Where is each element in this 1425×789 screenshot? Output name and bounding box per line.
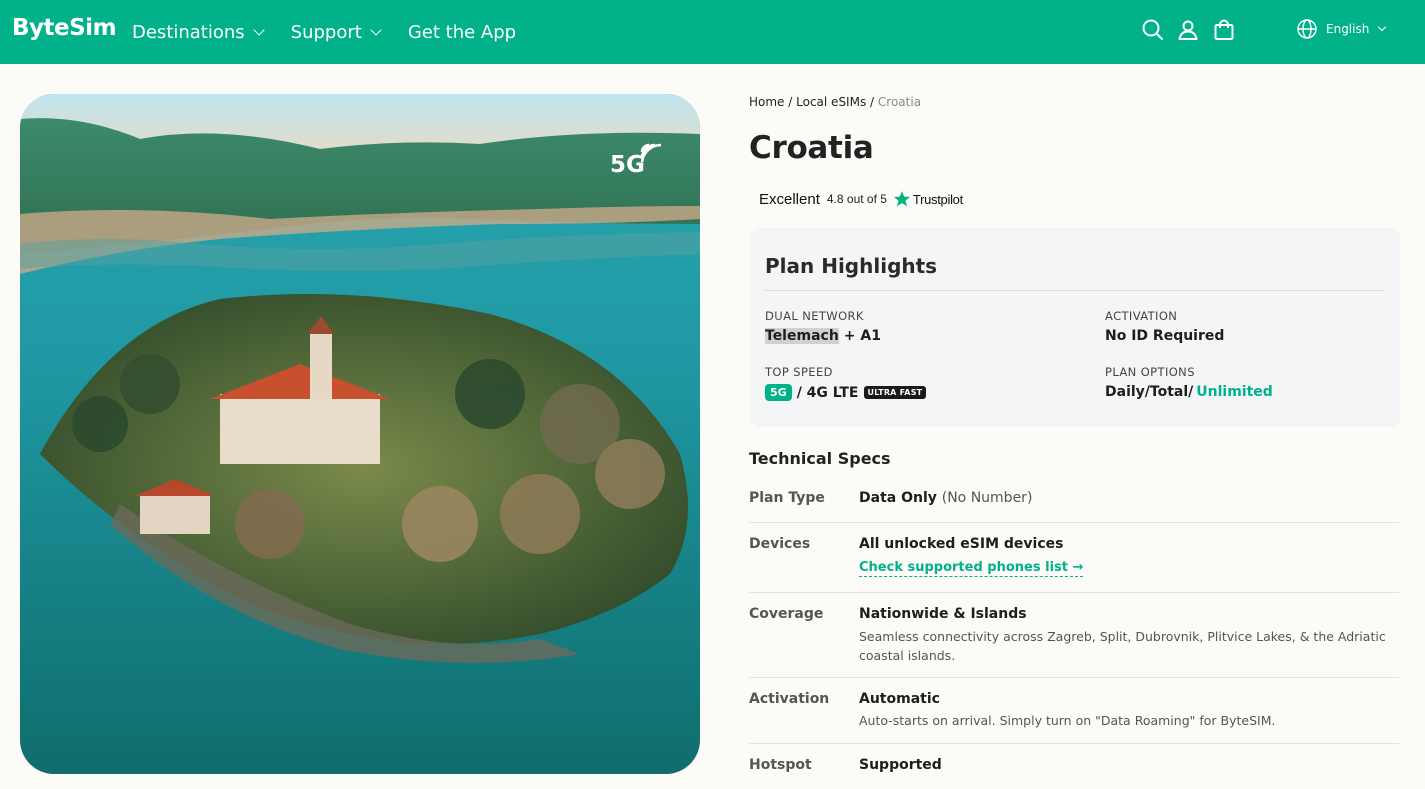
globe-icon bbox=[1297, 19, 1317, 39]
plan-highlights-title: Plan Highlights bbox=[765, 254, 938, 278]
hero-image: 5G bbox=[20, 94, 700, 774]
ultra-fast-badge: ULTRA FAST bbox=[863, 386, 927, 399]
user-icon[interactable] bbox=[1175, 17, 1201, 43]
plan-options-label: PLAN OPTIONS bbox=[1105, 365, 1195, 379]
breadcrumb-local-esims[interactable]: Local eSIMs bbox=[796, 95, 866, 109]
rating-score: 4.8 out of 5 bbox=[826, 192, 887, 206]
dual-network-label: DUAL NETWORK bbox=[765, 309, 864, 323]
nav-support[interactable]: Support bbox=[290, 21, 382, 43]
breadcrumb: Home / Local eSIMs / Croatia bbox=[749, 95, 921, 109]
spec-value: Supported bbox=[859, 757, 942, 773]
spec-label: Activation bbox=[749, 691, 830, 707]
trustpilot-label: Trustpilot bbox=[912, 191, 963, 207]
main-nav: Destinations Support Get the App bbox=[132, 0, 516, 64]
top-speed-label: TOP SPEED bbox=[765, 365, 833, 379]
signal-icon bbox=[640, 143, 662, 162]
lake-island-illustration bbox=[20, 94, 700, 774]
chevron-down-icon bbox=[253, 23, 265, 36]
language-label: English bbox=[1326, 22, 1370, 36]
bytesim-logo[interactable]: ByteSim bbox=[12, 15, 117, 41]
nav-destinations-label: Destinations bbox=[132, 21, 245, 43]
plan-highlights-card: Plan Highlights DUAL NETWORK Telemach + … bbox=[750, 228, 1400, 427]
breadcrumb-separator: / bbox=[870, 95, 875, 109]
chevron-down-icon bbox=[1378, 22, 1387, 32]
spec-value: Data Only (No Number) bbox=[859, 490, 1032, 506]
plan-options-text: Daily/Total/ bbox=[1105, 384, 1194, 400]
activation-label: ACTIVATION bbox=[1105, 309, 1178, 323]
nav-get-the-app[interactable]: Get the App bbox=[408, 22, 516, 43]
nav-destinations[interactable]: Destinations bbox=[132, 21, 265, 43]
activation-value: No ID Required bbox=[1105, 328, 1225, 344]
trustpilot-rating[interactable]: Excellent 4.8 out of 5 Trustpilot bbox=[759, 190, 963, 208]
spec-label: Coverage bbox=[749, 606, 824, 622]
divider bbox=[749, 522, 1399, 523]
breadcrumb-current: Croatia bbox=[877, 95, 922, 109]
plan-type-note: (No Number) bbox=[941, 490, 1033, 506]
plan-type-value: Data Only bbox=[859, 490, 937, 506]
language-selector[interactable]: English bbox=[1296, 18, 1387, 40]
nav-support-label: Support bbox=[290, 21, 362, 43]
top-navigation-bar: ByteSim Destinations Support Get the App… bbox=[0, 0, 1425, 64]
divider bbox=[749, 677, 1399, 678]
page-title: Croatia bbox=[749, 130, 874, 166]
spec-label: Hotspot bbox=[749, 757, 812, 773]
network-a1: + A1 bbox=[843, 328, 881, 344]
5g-speed-badge: 5G bbox=[765, 384, 792, 401]
spec-label: Devices bbox=[749, 536, 811, 552]
divider bbox=[765, 290, 1385, 291]
search-icon[interactable] bbox=[1140, 17, 1166, 43]
spec-value: Automatic bbox=[859, 691, 940, 707]
breadcrumb-separator: / bbox=[788, 95, 793, 109]
spec-label: Plan Type bbox=[749, 490, 825, 506]
spec-description: Seamless connectivity across Zagreb, Spl… bbox=[859, 629, 1386, 663]
4g-lte-text: / 4G LTE bbox=[796, 384, 859, 401]
divider bbox=[749, 592, 1399, 593]
plan-options-value: Daily/Total/ Unlimited bbox=[1105, 384, 1273, 400]
shopping-bag-icon[interactable] bbox=[1211, 17, 1237, 43]
technical-specs-heading: Technical Specs bbox=[749, 449, 891, 468]
nav-get-the-app-label: Get the App bbox=[407, 21, 517, 43]
check-supported-phones-link[interactable]: Check supported phones list → bbox=[859, 560, 1084, 577]
divider bbox=[749, 743, 1399, 744]
dual-network-value: Telemach + A1 bbox=[765, 328, 881, 344]
breadcrumb-home[interactable]: Home bbox=[749, 95, 784, 109]
unlimited-text: Unlimited bbox=[1196, 384, 1273, 400]
chevron-down-icon bbox=[370, 23, 382, 36]
spec-value: Nationwide & Islands bbox=[859, 606, 1027, 622]
rating-label: Excellent bbox=[759, 190, 820, 208]
star-icon bbox=[893, 191, 911, 207]
top-speed-value: 5G / 4G LTE ULTRA FAST bbox=[765, 384, 927, 401]
spec-value: All unlocked eSIM devices bbox=[859, 536, 1064, 552]
spec-description: Auto-starts on arrival. Simply turn on "… bbox=[859, 713, 1276, 728]
5g-badge: 5G bbox=[610, 143, 662, 178]
network-telemach: Telemach bbox=[765, 328, 839, 344]
